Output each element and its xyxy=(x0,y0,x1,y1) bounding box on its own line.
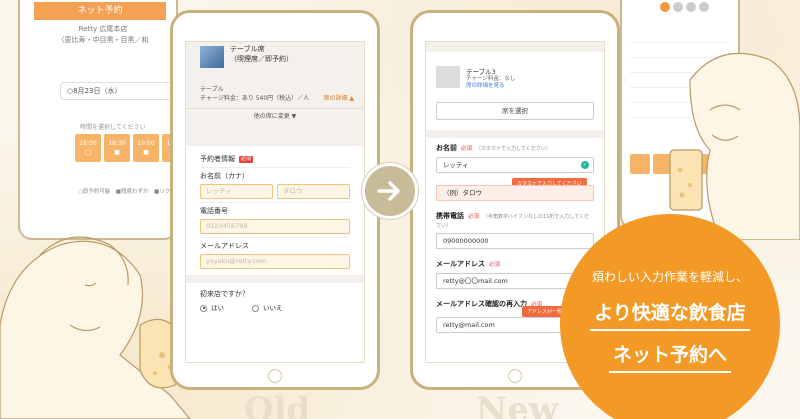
new-last-name-value: レッティ xyxy=(443,161,469,169)
old-name-label: お名前（カナ） xyxy=(200,172,249,180)
radio-yes-dot[interactable] xyxy=(200,304,207,312)
radio-no[interactable]: いいえ xyxy=(252,302,283,312)
old-phone-label: 電話番号 xyxy=(200,207,228,215)
arrow-right-icon xyxy=(377,181,400,201)
gray-spacer xyxy=(426,130,604,138)
bg-reserve-header: ネット予約 xyxy=(34,2,166,20)
old-first-visit-label: 初来店ですか？ xyxy=(200,290,249,298)
bg-store-area: （恵比寿・中目黒・目黒／和 xyxy=(57,36,149,44)
new-name-section: お名前 必須 （カタカナで入力してください） レッティ ✓ カタカナで入力してください… xyxy=(426,138,604,206)
old-form-screen: テーブル席 （喫煙席／即予約） テーブル チャージ料金：あり 540円（税込）／… xyxy=(185,41,365,363)
old-table-subtitle: （喫煙席／即予約） xyxy=(230,55,293,63)
step-dot xyxy=(660,2,670,12)
old-table-details-link[interactable]: 席の詳細 ▲ xyxy=(323,93,354,102)
bg-slot-legend: ○即予約可能 ■残席わずか ■リクエ xyxy=(78,189,176,195)
new-last-name-input[interactable]: レッティ ✓ xyxy=(436,157,594,173)
check-icon: ✓ xyxy=(581,161,589,169)
required-mark: 必須 xyxy=(468,214,480,220)
old-phone-input[interactable]: 0123456789 xyxy=(200,219,350,234)
old-change-seat-button[interactable]: 他の席に変更 ▼ xyxy=(186,108,364,124)
new-phone-title: 携帯電話 必須 （半角数字ハイフンなしの11桁で入力してください） xyxy=(436,211,594,229)
bg-time-slot: 18:30 ■ xyxy=(104,134,130,162)
old-table-title: テーブル席 xyxy=(230,45,265,53)
radio-no-label: いいえ xyxy=(263,304,283,312)
new-phone-label: 携帯電話 xyxy=(436,212,464,220)
bg-time-hint: 時間を選択してください xyxy=(80,124,146,131)
old-reserver-info-label: 予約者情報 xyxy=(200,155,235,163)
new-table-block: テーブル3 チャージ料金：なし 席の詳細を見る 席を選択 xyxy=(426,52,604,130)
radio-yes[interactable]: はい xyxy=(200,302,224,312)
select-seat-button[interactable]: 席を選択 xyxy=(436,102,594,120)
bg-date-select: ○8月23日（水） xyxy=(60,82,184,100)
badge-line-3-text: ネット予約へ xyxy=(608,340,731,373)
background-tablet-left: ネット予約 Retty 広尾本店 （恵比寿・中目黒・目黒／和 ○8月23日（水）… xyxy=(18,0,188,240)
old-label: Old xyxy=(244,390,311,419)
required-mark: 必須 xyxy=(489,262,501,268)
gray-spacer xyxy=(426,42,604,52)
bg-slot-time: 19:00 xyxy=(137,140,155,147)
step-dot xyxy=(699,2,709,12)
old-reserver-info-title: 予約者情報 必須 xyxy=(200,154,350,164)
badge-line-2-text: より快適な飲食店 xyxy=(590,298,750,331)
old-first-name-input[interactable]: タロウ xyxy=(277,184,350,199)
new-phone-section: 携帯電話 必須 （半角数字ハイフンなしの11桁で入力してください） 09000000… xyxy=(426,206,604,254)
new-first-name-input[interactable]: （例）タロウ xyxy=(436,185,594,201)
divider xyxy=(200,237,350,238)
old-table-category: テーブル xyxy=(200,86,224,93)
bg-slot-time: 18:00 xyxy=(79,140,97,147)
badge-line-1: 煩わしい入力作業を軽減し、 xyxy=(591,270,748,284)
new-name-label: お名前 xyxy=(436,144,457,152)
tablet-home-button xyxy=(508,369,522,383)
gray-spacer xyxy=(186,275,364,283)
new-table-details-link[interactable]: 席の詳細を見る xyxy=(466,81,505,89)
bg-slot-mark: ◯ xyxy=(84,149,92,156)
bg-slot-mark: ■ xyxy=(143,149,149,156)
step-dot xyxy=(673,2,683,12)
promo-badge: 煩わしい入力作業を軽減し、 より快適な飲食店 ネット予約へ xyxy=(560,214,780,419)
old-first-visit-radios: はい いいえ xyxy=(200,302,350,312)
radio-no-dot[interactable] xyxy=(252,304,259,312)
new-phone-input[interactable]: 09000000000 xyxy=(436,233,594,249)
step-dot xyxy=(686,2,696,12)
step-indicator xyxy=(660,2,709,12)
old-reserver-section: 予約者情報 必須 お名前（カナ） レッティ タロウ 電話番号 0123456789… xyxy=(186,146,364,275)
woman-illustration xyxy=(669,52,800,240)
new-email-label: メールアドレス xyxy=(436,260,485,268)
old-email-label: メールアドレス xyxy=(200,242,249,250)
bg-slot-time: 18:30 xyxy=(108,140,126,147)
old-form-tablet: テーブル席 （喫煙席／即予約） テーブル チャージ料金：あり 540円（税込）／… xyxy=(170,10,380,390)
new-email-confirm-label: メールアドレス確認の再入力 xyxy=(436,300,527,308)
badge-line-2: より快適な飲食店 xyxy=(560,298,780,331)
new-name-title: お名前 必須 （カタカナで入力してください） xyxy=(436,143,594,153)
bg-time-slot: 19:00 ■ xyxy=(133,134,159,162)
bg-time-slot: 18:00 ◯ xyxy=(75,134,101,162)
old-last-name-input[interactable]: レッティ xyxy=(200,184,273,199)
badge-line-3: ネット予約へ xyxy=(560,340,780,373)
tablet-home-button xyxy=(268,369,282,383)
old-name-row: レッティ タロウ xyxy=(200,184,350,199)
old-email-input[interactable]: yoyaku@retty.com xyxy=(200,254,350,269)
old-table-block: テーブル席 （喫煙席／即予約） テーブル チャージ料金：あり 540円（税込）／… xyxy=(186,42,364,146)
table-thumbnail xyxy=(436,66,460,88)
old-first-visit-section: 初来店ですか？ はい いいえ xyxy=(186,283,364,318)
divider xyxy=(200,167,350,168)
table-thumbnail xyxy=(200,46,224,68)
new-label: New xyxy=(476,390,558,419)
required-badge: 必須 xyxy=(239,155,254,163)
old-table-name: テーブル席 （喫煙席／即予約） xyxy=(230,44,293,64)
bg-store-name: Retty 広尾本店 xyxy=(78,25,128,33)
radio-yes-label: はい xyxy=(211,304,224,312)
bg-store-info: Retty 広尾本店 （恵比寿・中目黒・目黒／和 xyxy=(40,24,166,46)
required-mark: 必須 xyxy=(461,146,473,152)
divider xyxy=(200,202,350,203)
transition-arrow xyxy=(362,163,418,219)
name-hint: （カタカナで入力してください） xyxy=(476,146,551,152)
old-table-charge: チャージ料金：あり 540円（税込）／人 xyxy=(200,95,310,102)
bg-slot-mark: ■ xyxy=(114,149,120,156)
